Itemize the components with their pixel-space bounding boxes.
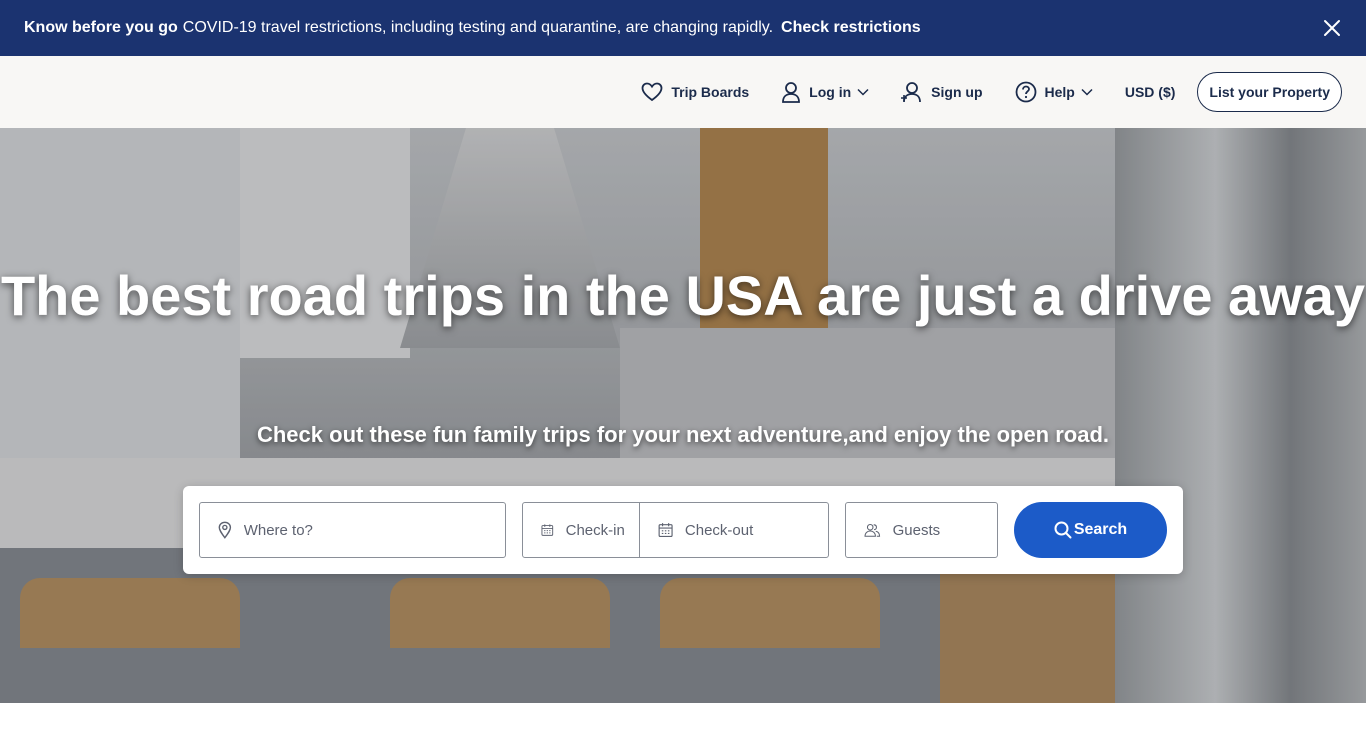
location-pin-icon (218, 521, 232, 539)
login-dropdown[interactable]: Log in (781, 81, 869, 103)
currency-label: USD ($) (1124, 84, 1176, 100)
help-label: Help (1044, 84, 1075, 100)
checkout-input[interactable] (684, 521, 828, 539)
signup-link[interactable]: Sign up (901, 81, 983, 103)
search-button-label: Search (1073, 521, 1128, 538)
site-header: Trip Boards Log in Sign up Help USD ($) … (0, 56, 1366, 128)
calendar-icon (658, 523, 673, 538)
hero-title: The best road trips in the USA are just … (0, 264, 1366, 327)
close-icon[interactable] (1322, 18, 1342, 38)
currency-selector[interactable]: USD ($) (1125, 84, 1176, 100)
chevron-down-icon (1081, 88, 1093, 96)
search-icon (1054, 521, 1072, 539)
user-icon (782, 82, 801, 103)
trip-boards-link[interactable]: Trip Boards (641, 82, 749, 102)
calendar-icon (541, 524, 554, 536)
destination-field[interactable] (199, 502, 506, 558)
checkout-field[interactable] (640, 503, 828, 557)
heart-icon (641, 82, 663, 102)
guests-input[interactable] (892, 521, 997, 539)
destination-input[interactable] (243, 521, 505, 539)
search-panel: Search (183, 486, 1183, 574)
hero-overlay (0, 128, 1366, 703)
checkin-input[interactable] (565, 521, 639, 539)
search-button[interactable]: Search (1014, 502, 1167, 558)
help-dropdown[interactable]: Help (1015, 81, 1093, 103)
hero-section: The best road trips in the USA are just … (0, 128, 1366, 703)
list-property-button[interactable]: List your Property (1197, 72, 1342, 112)
add-user-icon (901, 82, 922, 103)
signup-label: Sign up (931, 84, 983, 100)
help-icon (1015, 81, 1036, 103)
guests-field[interactable] (845, 502, 998, 558)
chevron-down-icon (857, 88, 869, 96)
hero-subtitle: Check out these fun family trips for you… (256, 422, 1110, 447)
dates-field (522, 502, 829, 558)
check-restrictions-link[interactable]: Check restrictions (781, 19, 921, 37)
covid-banner: Know before you go COVID-19 travel restr… (0, 0, 1366, 56)
guests-icon (864, 523, 881, 537)
banner-message: COVID-19 travel restrictions, including … (182, 19, 774, 36)
trip-boards-label: Trip Boards (671, 84, 750, 100)
login-label: Log in (809, 84, 852, 100)
checkin-field[interactable] (523, 503, 640, 557)
banner-title: Know before you go (24, 19, 178, 36)
